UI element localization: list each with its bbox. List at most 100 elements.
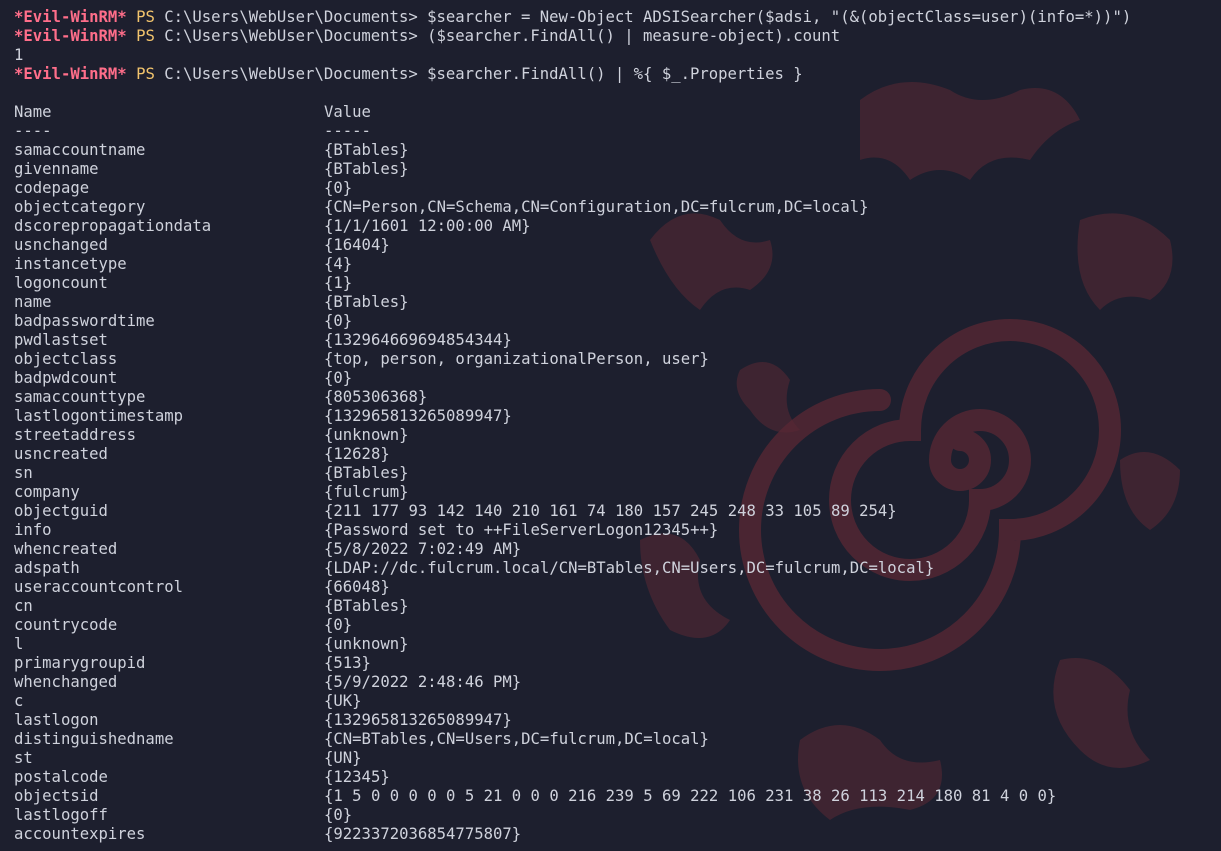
property-value: {unknown} <box>324 426 409 444</box>
command-line: *Evil-WinRM* PS C:\Users\WebUser\Documen… <box>14 27 1221 46</box>
property-value: {0} <box>324 179 353 197</box>
property-value: {5/9/2022 2:48:46 PM} <box>324 673 522 691</box>
terminal-output: *Evil-WinRM* PS C:\Users\WebUser\Documen… <box>14 8 1221 844</box>
property-value: {BTables} <box>324 464 409 482</box>
property-value: {1/1/1601 12:00:00 AM} <box>324 217 531 235</box>
property-name: adspath <box>14 559 80 577</box>
property-name: logoncount <box>14 274 108 292</box>
command-text: $searcher.FindAll() | %{ $_.Properties } <box>427 65 803 83</box>
property-value: {0} <box>324 616 353 634</box>
prompt-tag: *Evil-WinRM* <box>14 8 127 26</box>
table-row: whencreated {5/8/2022 7:02:49 AM} <box>14 540 1221 559</box>
prompt-ps: PS <box>136 27 155 45</box>
property-name: lastlogoff <box>14 806 108 824</box>
prompt-path: C:\Users\WebUser\Documents> <box>164 65 418 83</box>
property-value: {BTables} <box>324 293 409 311</box>
table-row: lastlogon {132965813265089947} <box>14 711 1221 730</box>
table-row: whenchanged {5/9/2022 2:48:46 PM} <box>14 673 1221 692</box>
property-value: {132964669694854344} <box>324 331 512 349</box>
table-header: Name Value <box>14 103 1221 122</box>
property-name: samaccountname <box>14 141 146 159</box>
property-name: samaccounttype <box>14 388 146 406</box>
property-value: {1 5 0 0 0 0 0 5 21 0 0 0 216 239 5 69 2… <box>324 787 1057 805</box>
table-row: company {fulcrum} <box>14 483 1221 502</box>
prompt-ps: PS <box>136 65 155 83</box>
table-row: pwdlastset {132964669694854344} <box>14 331 1221 350</box>
property-value: {1} <box>324 274 353 292</box>
property-name: objectguid <box>14 502 108 520</box>
table-row: badpwdcount {0} <box>14 369 1221 388</box>
column-underline-value: ----- <box>324 122 371 140</box>
property-name: usnchanged <box>14 236 108 254</box>
property-value: {CN=Person,CN=Schema,CN=Configuration,DC… <box>324 198 869 216</box>
property-value: {fulcrum} <box>324 483 409 501</box>
property-value: {4} <box>324 255 353 273</box>
property-name: codepage <box>14 179 90 197</box>
table-row: st {UN} <box>14 749 1221 768</box>
property-value: {66048} <box>324 578 390 596</box>
property-value: {0} <box>324 806 353 824</box>
table-row: sn {BTables} <box>14 464 1221 483</box>
table-row: cn {BTables} <box>14 597 1221 616</box>
property-name: badpasswordtime <box>14 312 155 330</box>
column-header-name: Name <box>14 103 52 121</box>
property-value: {BTables} <box>324 160 409 178</box>
property-name: accountexpires <box>14 825 146 843</box>
command-text: ($searcher.FindAll() | measure-object).c… <box>427 27 841 45</box>
property-value: {CN=BTables,CN=Users,DC=fulcrum,DC=local… <box>324 730 709 748</box>
property-name: objectcategory <box>14 198 146 216</box>
table-row: logoncount {1} <box>14 274 1221 293</box>
property-value: {0} <box>324 369 353 387</box>
table-row: samaccountname {BTables} <box>14 141 1221 160</box>
property-name: lastlogontimestamp <box>14 407 183 425</box>
table-row: name {BTables} <box>14 293 1221 312</box>
property-name: whenchanged <box>14 673 118 691</box>
table-row: samaccounttype {805306368} <box>14 388 1221 407</box>
property-value: {unknown} <box>324 635 409 653</box>
prompt-tag: *Evil-WinRM* <box>14 65 127 83</box>
table-row: codepage {0} <box>14 179 1221 198</box>
property-name: useraccountcontrol <box>14 578 183 596</box>
table-row: instancetype {4} <box>14 255 1221 274</box>
prompt-tag: *Evil-WinRM* <box>14 27 127 45</box>
property-value: {16404} <box>324 236 390 254</box>
table-row: primarygroupid {513} <box>14 654 1221 673</box>
property-name: l <box>14 635 24 653</box>
table-row: lastlogoff {0} <box>14 806 1221 825</box>
table-row: usncreated {12628} <box>14 445 1221 464</box>
property-value: {Password set to ++FileServerLogon12345+… <box>324 521 719 539</box>
property-value: {132965813265089947} <box>324 711 512 729</box>
table-header-underline: ---- ----- <box>14 122 1221 141</box>
property-value: {LDAP://dc.fulcrum.local/CN=BTables,CN=U… <box>324 559 935 577</box>
table-row: adspath {LDAP://dc.fulcrum.local/CN=BTabl… <box>14 559 1221 578</box>
table-row: streetaddress {unknown} <box>14 426 1221 445</box>
prompt-path: C:\Users\WebUser\Documents> <box>164 27 418 45</box>
column-underline-name: ---- <box>14 122 52 140</box>
property-name: badpwdcount <box>14 369 118 387</box>
property-value: {5/8/2022 7:02:49 AM} <box>324 540 522 558</box>
property-value: {UN} <box>324 749 362 767</box>
property-value: {12345} <box>324 768 390 786</box>
property-name: primarygroupid <box>14 654 146 672</box>
property-name: dscorepropagationdata <box>14 217 212 235</box>
table-row: accountexpires {9223372036854775807} <box>14 825 1221 844</box>
property-value: {805306368} <box>324 388 428 406</box>
property-name: postalcode <box>14 768 108 786</box>
property-value: {513} <box>324 654 371 672</box>
property-name: sn <box>14 464 33 482</box>
property-value: {BTables} <box>324 141 409 159</box>
property-name: givenname <box>14 160 99 178</box>
table-row: postalcode {12345} <box>14 768 1221 787</box>
table-row: objectguid {211 177 93 142 140 210 161 74… <box>14 502 1221 521</box>
property-name: objectclass <box>14 350 118 368</box>
property-name: usncreated <box>14 445 108 463</box>
prompt-ps: PS <box>136 8 155 26</box>
property-name: objectsid <box>14 787 99 805</box>
terminal-window[interactable]: *Evil-WinRM* PS C:\Users\WebUser\Documen… <box>0 0 1221 851</box>
column-header-value: Value <box>324 103 371 121</box>
property-name: st <box>14 749 33 767</box>
property-value: {12628} <box>324 445 390 463</box>
property-value: {211 177 93 142 140 210 161 74 180 157 2… <box>324 502 897 520</box>
table-row: countrycode {0} <box>14 616 1221 635</box>
